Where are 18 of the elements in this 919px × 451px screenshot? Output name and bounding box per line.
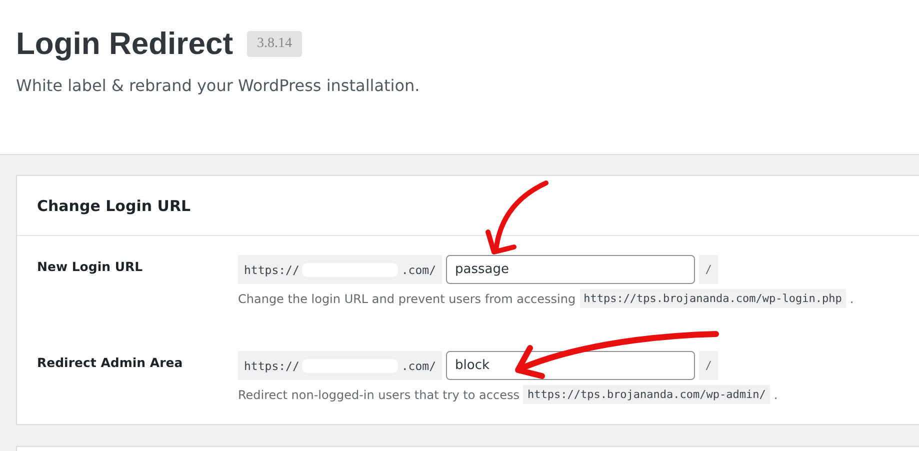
field-label: Redirect Admin Area (36, 354, 184, 372)
period-text: . (850, 292, 854, 306)
url-code: https://tps.brojananda.com/wp-login.php (580, 289, 846, 308)
field-label: New Login URL (36, 258, 144, 276)
url-suffix: / (699, 255, 718, 284)
page-subtitle: White label & rebrand your WordPress installation. (16, 76, 421, 95)
url-suffix: / (699, 351, 718, 380)
input-field[interactable]: block (446, 351, 695, 380)
url-prefix: https:// .com/ (238, 255, 442, 284)
period-text: . (774, 388, 778, 402)
section-title: Change Login URL (37, 196, 191, 214)
url-prefix: https:// .com/ (238, 351, 442, 380)
url-code: https://tps.brojananda.com/wp-admin/ (523, 385, 770, 404)
version-badge: 3.8.14 (247, 31, 302, 57)
field-description: Change the login URL and prevent users from accessing (238, 292, 576, 306)
input-field[interactable]: passage (446, 255, 695, 284)
field-description: Redirect non-logged-in users that try to access (238, 388, 520, 402)
page-title: Login Redirect (16, 26, 234, 62)
